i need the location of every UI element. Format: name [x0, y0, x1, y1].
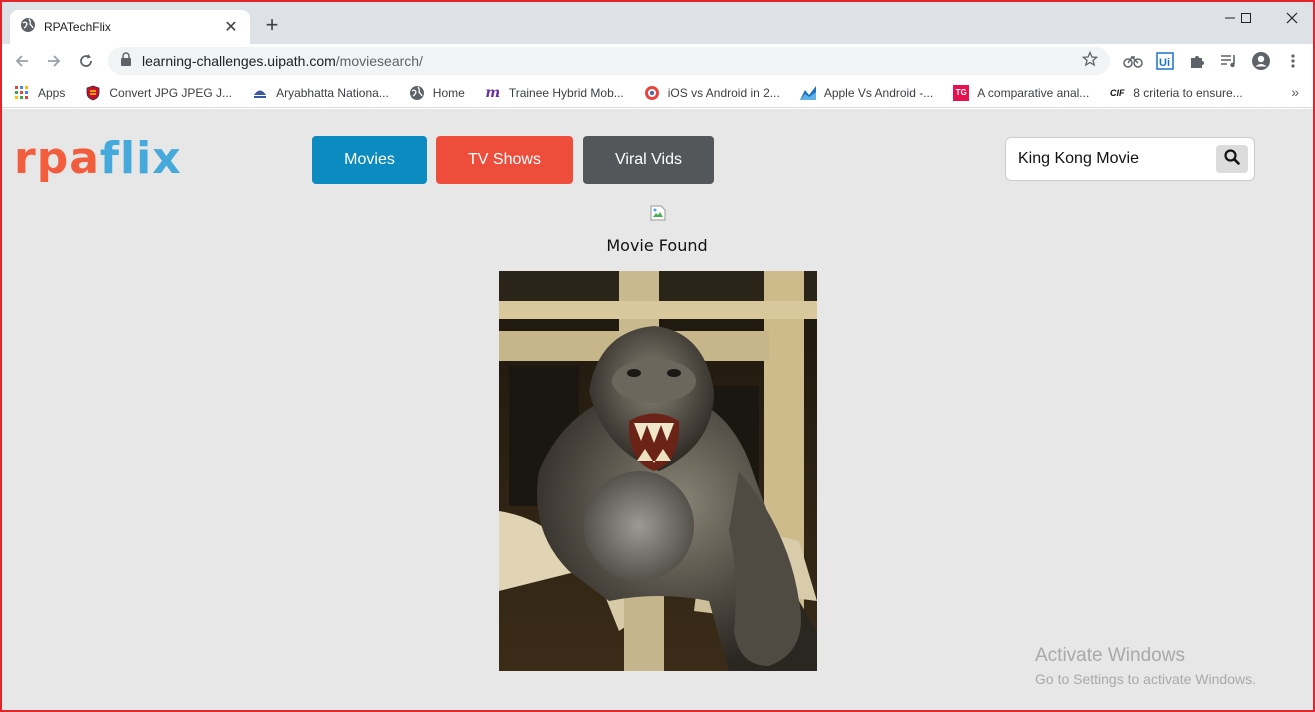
bike-extension-icon[interactable] — [1122, 50, 1144, 72]
search-button[interactable] — [1216, 145, 1248, 173]
bookmarks-overflow-chevron-icon[interactable]: » — [1291, 84, 1299, 100]
movie-search-box — [1005, 137, 1255, 181]
bookmark-label: Convert JPG JPEG J... — [109, 85, 233, 100]
bookmark-label: iOS vs Android in 2... — [667, 85, 780, 100]
logo-rpa-text: rpa — [14, 133, 100, 184]
bookmark-ios-vs-android[interactable]: iOS vs Android in 2... — [644, 85, 780, 101]
viral-vids-button[interactable]: Viral Vids — [583, 136, 714, 184]
bookmark-label: 8 criteria to ensure... — [1133, 85, 1243, 100]
m-logo-icon: m — [485, 84, 501, 101]
url-host: learning-challenges.uipath.com — [142, 53, 336, 69]
bookmark-8-criteria[interactable]: CIF 8 criteria to ensure... — [1109, 85, 1243, 101]
bookmark-trainee[interactable]: m Trainee Hybrid Mob... — [485, 84, 624, 101]
globe-icon — [409, 85, 425, 101]
movie-search-input[interactable] — [1018, 146, 1208, 172]
back-arrow-icon[interactable] — [10, 49, 34, 73]
url-text: learning-challenges.uipath.com/moviesear… — [142, 53, 1082, 69]
tab-title: RPATechFlix — [44, 20, 111, 34]
tg-logo-icon: TG — [953, 84, 970, 101]
close-window-icon[interactable] — [1272, 6, 1312, 30]
address-bar[interactable]: learning-challenges.uipath.com/moviesear… — [108, 47, 1110, 75]
media-playlist-icon[interactable] — [1218, 50, 1240, 72]
lock-icon — [120, 51, 132, 71]
bookmarks-bar: Apps Convert JPG JPEG J... Aryabhatta Na… — [2, 78, 1313, 108]
url-path: /moviesearch/ — [335, 53, 423, 69]
menu-kebab-icon[interactable] — [1282, 50, 1304, 72]
reload-icon[interactable] — [74, 49, 98, 73]
puzzle-extensions-icon[interactable] — [1186, 50, 1208, 72]
uipath-extension-icon[interactable]: Ui — [1154, 50, 1176, 72]
emblem-icon — [252, 85, 268, 101]
forward-arrow-icon[interactable] — [42, 49, 66, 73]
cif-logo-icon: CIF — [1110, 87, 1125, 98]
activate-windows-title: Activate Windows — [1035, 645, 1185, 666]
browser-titlebar: RPATechFlix ✕ + — [2, 2, 1313, 44]
bookmark-apps[interactable]: Apps — [14, 85, 65, 101]
bookmark-label: Apps — [38, 85, 66, 100]
browser-toolbar: learning-challenges.uipath.com/moviesear… — [2, 44, 1313, 78]
broken-image-icon — [650, 205, 666, 221]
bookmark-label: Trainee Hybrid Mob... — [508, 85, 624, 100]
rpaflix-logo[interactable]: rpaflix — [14, 133, 182, 185]
bookmark-label: Apple Vs Android -... — [823, 85, 934, 100]
bookmark-aryabhatta[interactable]: Aryabhatta Nationa... — [252, 85, 389, 101]
page-content: rpaflix Movies TV Shows Viral Vids Movie… — [2, 109, 1313, 710]
circle-logo-icon — [644, 85, 660, 101]
movie-poster-image — [499, 271, 817, 671]
profile-avatar-icon[interactable] — [1250, 50, 1272, 72]
bookmark-label: Home — [432, 85, 465, 100]
activate-windows-watermark: Activate Windows Go to Settings to activ… — [1035, 645, 1256, 687]
movie-found-text: Movie Found — [606, 236, 708, 255]
bookmark-convert-jpg[interactable]: Convert JPG JPEG J... — [85, 85, 232, 101]
bookmark-comparative[interactable]: TG A comparative anal... — [953, 84, 1090, 101]
apps-grid-icon — [14, 85, 30, 101]
new-tab-button[interactable]: + — [260, 14, 284, 38]
close-tab-icon[interactable]: ✕ — [222, 17, 240, 37]
bookmark-label: A comparative anal... — [977, 85, 1090, 100]
bookmark-home[interactable]: Home — [409, 85, 465, 101]
maximize-icon[interactable] — [1226, 6, 1266, 30]
chart-logo-icon — [799, 85, 816, 101]
star-icon[interactable] — [1081, 50, 1099, 72]
bookmark-apple-vs-android[interactable]: Apple Vs Android -... — [799, 85, 934, 101]
search-icon — [1224, 148, 1240, 170]
globe-icon — [20, 17, 36, 38]
tv-shows-button[interactable]: TV Shows — [436, 136, 573, 184]
logo-flix-text: flix — [99, 133, 182, 184]
shield-icon — [85, 85, 101, 101]
svg-text:Ui: Ui — [1159, 57, 1170, 69]
browser-tab[interactable]: RPATechFlix ✕ — [10, 10, 250, 44]
activate-windows-subtitle: Go to Settings to activate Windows. — [1035, 671, 1256, 687]
bookmark-label: Aryabhatta Nationa... — [276, 85, 389, 100]
movies-button[interactable]: Movies — [312, 136, 427, 184]
